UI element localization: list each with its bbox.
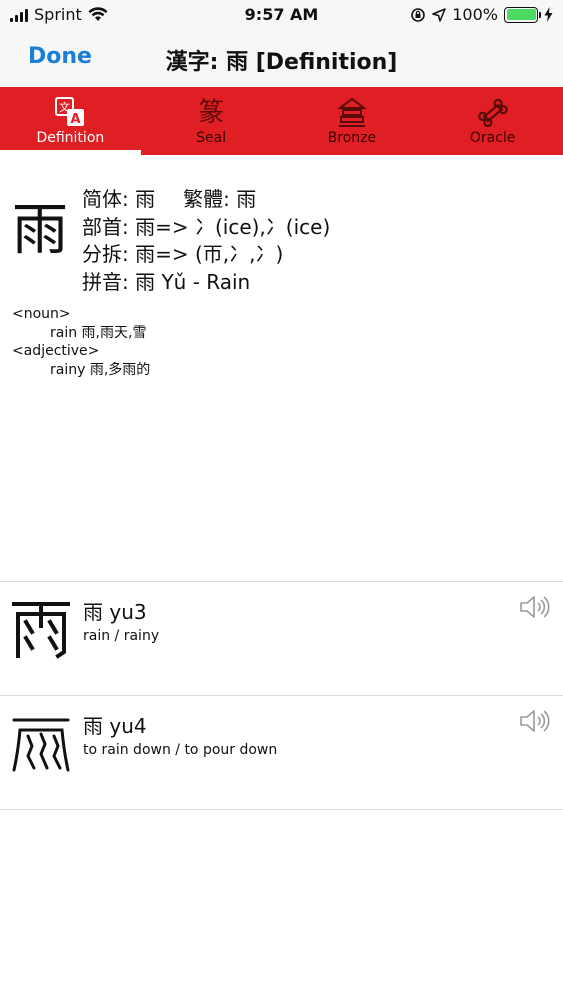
main-character: 雨 bbox=[12, 198, 68, 263]
status-right: 100% bbox=[410, 5, 553, 24]
divider bbox=[0, 809, 563, 810]
entry-gloss: rain / rainy bbox=[83, 628, 160, 644]
tab-bronze[interactable]: Bronze bbox=[282, 87, 423, 155]
entry-gloss: to rain down / to pour down bbox=[83, 742, 278, 758]
traditional-form: 繁體: 雨 bbox=[183, 187, 257, 211]
oracle-script-glyph-icon bbox=[12, 718, 70, 772]
seal-icon: 篆 bbox=[198, 98, 225, 128]
seal-script-glyph-icon bbox=[12, 602, 70, 659]
adjective-meaning: rainy 雨,多雨的 bbox=[50, 361, 151, 378]
location-icon bbox=[432, 7, 446, 22]
navigation-bar: Done 漢字: 雨 [Definition] bbox=[0, 30, 563, 87]
simplified-form: 简体: 雨 bbox=[82, 187, 156, 211]
tab-definition[interactable]: 文 A Definition bbox=[0, 87, 141, 155]
noun-meaning: rain 雨,雨天,雪 bbox=[50, 324, 147, 341]
entry-headword: 雨 yu4 bbox=[83, 714, 147, 738]
meanings-list: <noun> rain 雨,雨天,雪 <adjective> rainy 雨,多… bbox=[12, 305, 150, 379]
page-title: 漢字: 雨 [Definition] bbox=[165, 50, 398, 75]
tab-label: Oracle bbox=[469, 130, 516, 146]
rotation-lock-icon bbox=[411, 7, 426, 22]
radical-row: 部首: 雨=> 冫(ice),冫(ice) bbox=[82, 214, 331, 239]
definition-panel: 雨 简体: 雨 繁體: 雨 部首: 雨=> 冫(ice),冫(ice) 分拆: 雨… bbox=[0, 155, 563, 582]
variants-row: 简体: 雨 繁體: 雨 bbox=[82, 186, 330, 214]
tab-seal[interactable]: 篆 Seal bbox=[141, 87, 282, 155]
decomposition-row: 分拆: 雨=> (帀,冫,冫) bbox=[82, 242, 284, 266]
definition-icon: 文 A bbox=[55, 97, 85, 127]
pos-noun: <noun> bbox=[12, 306, 71, 322]
tab-label: Seal bbox=[196, 130, 227, 146]
character-info: 简体: 雨 繁體: 雨 部首: 雨=> 冫(ice),冫(ice) 分拆: 雨=>… bbox=[82, 186, 330, 296]
tab-oracle[interactable]: Oracle bbox=[422, 87, 563, 155]
tab-label: Definition bbox=[36, 130, 105, 146]
bronze-icon bbox=[336, 97, 367, 127]
pinyin-row: 拼音: 雨 Yǔ - Rain bbox=[82, 269, 251, 294]
tab-bar: 文 A Definition 篆 Seal Bronze Oracle bbox=[0, 87, 563, 155]
pos-adjective: <adjective> bbox=[12, 343, 100, 359]
battery-icon bbox=[504, 6, 541, 23]
speaker-icon[interactable] bbox=[519, 594, 551, 620]
oracle-bone-icon bbox=[477, 98, 508, 128]
status-bar: Sprint 9:57 AM 100% bbox=[0, 0, 563, 30]
tab-label: Bronze bbox=[327, 130, 377, 146]
charging-icon bbox=[544, 7, 553, 22]
svg-text:A: A bbox=[71, 112, 81, 127]
list-item[interactable]: 雨 yu3 rain / rainy bbox=[0, 582, 563, 695]
speaker-icon[interactable] bbox=[519, 708, 551, 734]
entry-headword: 雨 yu3 bbox=[83, 600, 147, 624]
battery-percent: 100% bbox=[452, 5, 498, 24]
list-item[interactable]: 雨 yu4 to rain down / to pour down bbox=[0, 696, 563, 809]
